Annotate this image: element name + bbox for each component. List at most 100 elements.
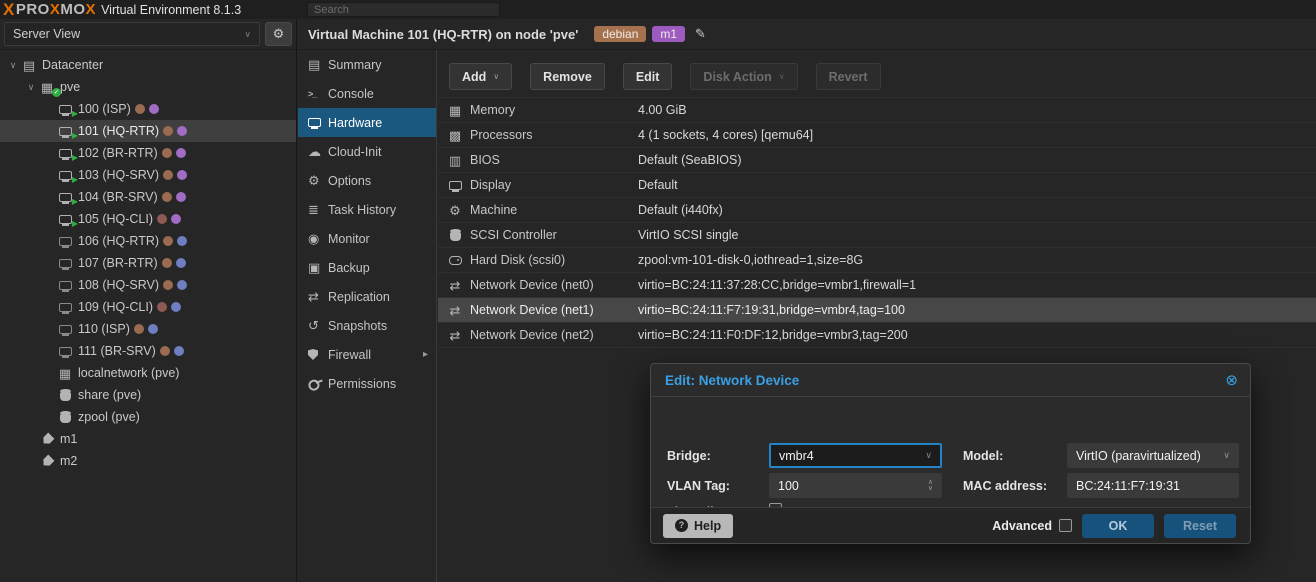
chevron-down-icon[interactable]: ∨ [1223,450,1230,461]
expander-icon[interactable]: ∨ [24,82,38,93]
menu-item-summary[interactable]: ▤Summary [298,50,436,79]
vlan-tag-label: VLAN Tag: [667,479,730,493]
dialog-header[interactable]: Edit: Network Device ⊗ [651,364,1250,397]
menu-item-options[interactable]: ⚙Options [298,166,436,195]
toolbar-button-label: Disk Action [703,70,771,84]
bridge-combo[interactable]: vmbr4 ∨ [769,443,942,468]
hardware-row-display[interactable]: DisplayDefault [438,173,1316,198]
hardware-row-label: Network Device (net0) [470,278,638,292]
vlan-tag-spinner[interactable]: 100 ∧∨ [769,473,942,498]
hardware-row-machine[interactable]: ⚙MachineDefault (i440fx) [438,198,1316,223]
network-device-icon: ⇄ [446,329,464,342]
menu-item-replication[interactable]: ⇄Replication [298,282,436,311]
tree-item-datacenter[interactable]: ∨▤Datacenter [0,54,296,76]
menu-item-cloud-init[interactable]: ☁Cloud-Init [298,137,436,166]
backup-icon: ▣ [308,261,328,274]
menu-item-backup[interactable]: ▣Backup [298,253,436,282]
tree-item-100-isp-[interactable]: ▶100 (ISP) [0,98,296,120]
help-button[interactable]: ? Help [663,514,733,538]
tree-item-zpool-pve-[interactable]: zpool (pve) [0,406,296,428]
scsi-icon [446,229,464,241]
tree-settings-button[interactable]: ⚙ [265,22,292,46]
advanced-checkbox[interactable] [1059,519,1072,532]
tag-dot [177,126,187,136]
model-value: VirtIO (paravirtualized) [1076,449,1201,463]
replication-icon: ⇄ [308,290,328,303]
tree-item-105-hq-cli-[interactable]: ▶105 (HQ-CLI) [0,208,296,230]
tree-item-110-isp-[interactable]: 110 (ISP) [0,318,296,340]
hardware-row-network-device-net2-[interactable]: ⇄Network Device (net2)virtio=BC:24:11:F0… [438,323,1316,348]
tree-item-label: 104 (BR-SRV) [78,190,158,204]
tree-item-106-hq-rtr-[interactable]: 106 (HQ-RTR) [0,230,296,252]
search-input[interactable] [307,2,500,17]
menu-item-monitor[interactable]: ◉Monitor [298,224,436,253]
tree-item-102-br-rtr-[interactable]: ▶102 (BR-RTR) [0,142,296,164]
vm-icon [56,325,74,334]
tag-dot [157,302,167,312]
tree-item-m1[interactable]: m1 [0,428,296,450]
hardware-row-processors[interactable]: ▩Processors4 (1 sockets, 4 cores) [qemu6… [438,123,1316,148]
tree-item-localnetwork-pve-[interactable]: ▦localnetwork (pve) [0,362,296,384]
dialog-body: Bridge: vmbr4 ∨ Model: VirtIO (paravirtu… [651,397,1250,508]
ok-button[interactable]: OK [1082,514,1154,538]
chevron-down-icon[interactable]: ∨ [925,450,932,461]
add-button[interactable]: Add∨ [449,63,512,90]
menu-item-snapshots[interactable]: ↺Snapshots [298,311,436,340]
tree-item-107-br-rtr-[interactable]: 107 (BR-RTR) [0,252,296,274]
edit-tags-pencil-icon[interactable]: ✎ [695,26,706,42]
advanced-toggle[interactable]: Advanced [992,519,1072,533]
vlan-tag-value: 100 [778,479,799,493]
vm-icon: ▶ [56,127,74,136]
tag-dot [174,346,184,356]
menu-item-firewall[interactable]: Firewall▸ [298,340,436,369]
tag-dot [163,236,173,246]
menu-item-console[interactable]: >_Console [298,79,436,108]
edit-button[interactable]: Edit [623,63,673,90]
menu-item-hardware[interactable]: Hardware [298,108,436,137]
tree-item-label: 109 (HQ-CLI) [78,300,153,314]
hardware-row-network-device-net1-[interactable]: ⇄Network Device (net1)virtio=BC:24:11:F7… [438,298,1316,323]
remove-button[interactable]: Remove [530,63,605,90]
close-icon[interactable]: ⊗ [1225,373,1238,388]
tree-item-101-hq-rtr-[interactable]: ▶101 (HQ-RTR) [0,120,296,142]
cloud-init-icon: ☁ [308,145,328,158]
mac-address-value: BC:24:11:F7:19:31 [1076,479,1180,493]
hardware-row-scsi-controller[interactable]: SCSI ControllerVirtIO SCSI single [438,223,1316,248]
view-selector-dropdown[interactable]: Server View ∨ [4,22,260,46]
tree-item-label: 105 (HQ-CLI) [78,212,153,226]
vm-icon: ▶ [56,105,74,114]
tree-item-pve[interactable]: ∨▦✓pve [0,76,296,98]
tree-item-label: 108 (HQ-SRV) [78,278,159,292]
expander-icon[interactable]: ∨ [6,60,20,71]
hardware-row-memory[interactable]: ▦Memory4.00 GiB [438,98,1316,123]
model-label: Model: [963,449,1003,463]
tree-item-108-hq-srv-[interactable]: 108 (HQ-SRV) [0,274,296,296]
tree-item-109-hq-cli-[interactable]: 109 (HQ-CLI) [0,296,296,318]
tag-dot [176,258,186,268]
reset-button[interactable]: Reset [1164,514,1236,538]
hardware-row-bios[interactable]: ▥BIOSDefault (SeaBIOS) [438,148,1316,173]
vm-icon: ▶ [56,171,74,180]
firewall-icon [308,349,328,360]
tree-item-m2[interactable]: m2 [0,450,296,472]
tag-badge-m1: m1 [652,26,685,42]
spinner-arrows-icon[interactable]: ∧∨ [928,480,933,492]
tree-item-104-br-srv-[interactable]: ▶104 (BR-SRV) [0,186,296,208]
tree-item-share-pve-[interactable]: share (pve) [0,384,296,406]
menu-item-permissions[interactable]: Permissions [298,369,436,398]
tree-item-103-hq-srv-[interactable]: ▶103 (HQ-SRV) [0,164,296,186]
running-play-icon: ▶ [72,132,78,140]
node-icon: ▦✓ [38,81,56,94]
hardware-toolbar: Add∨RemoveEditDisk Action∨Revert [438,50,1316,97]
hardware-row-network-device-net0-[interactable]: ⇄Network Device (net0)virtio=BC:24:11:37… [438,273,1316,298]
model-combo[interactable]: VirtIO (paravirtualized) ∨ [1067,443,1239,468]
tree-item-111-br-srv-[interactable]: 111 (BR-SRV) [0,340,296,362]
tree-item-label: Datacenter [42,58,103,72]
mac-address-field[interactable]: BC:24:11:F7:19:31 [1067,473,1239,498]
menu-item-label: Replication [328,290,390,304]
menu-item-label: Snapshots [328,319,387,333]
hardware-row-value: 4.00 GiB [638,103,687,117]
hardware-row-hard-disk-scsi0-[interactable]: Hard Disk (scsi0)zpool:vm-101-disk-0,iot… [438,248,1316,273]
resource-tree-sidebar: Server View ∨ ⚙ ∨▤Datacenter∨▦✓pve▶100 (… [0,19,297,582]
menu-item-task-history[interactable]: ≣Task History [298,195,436,224]
